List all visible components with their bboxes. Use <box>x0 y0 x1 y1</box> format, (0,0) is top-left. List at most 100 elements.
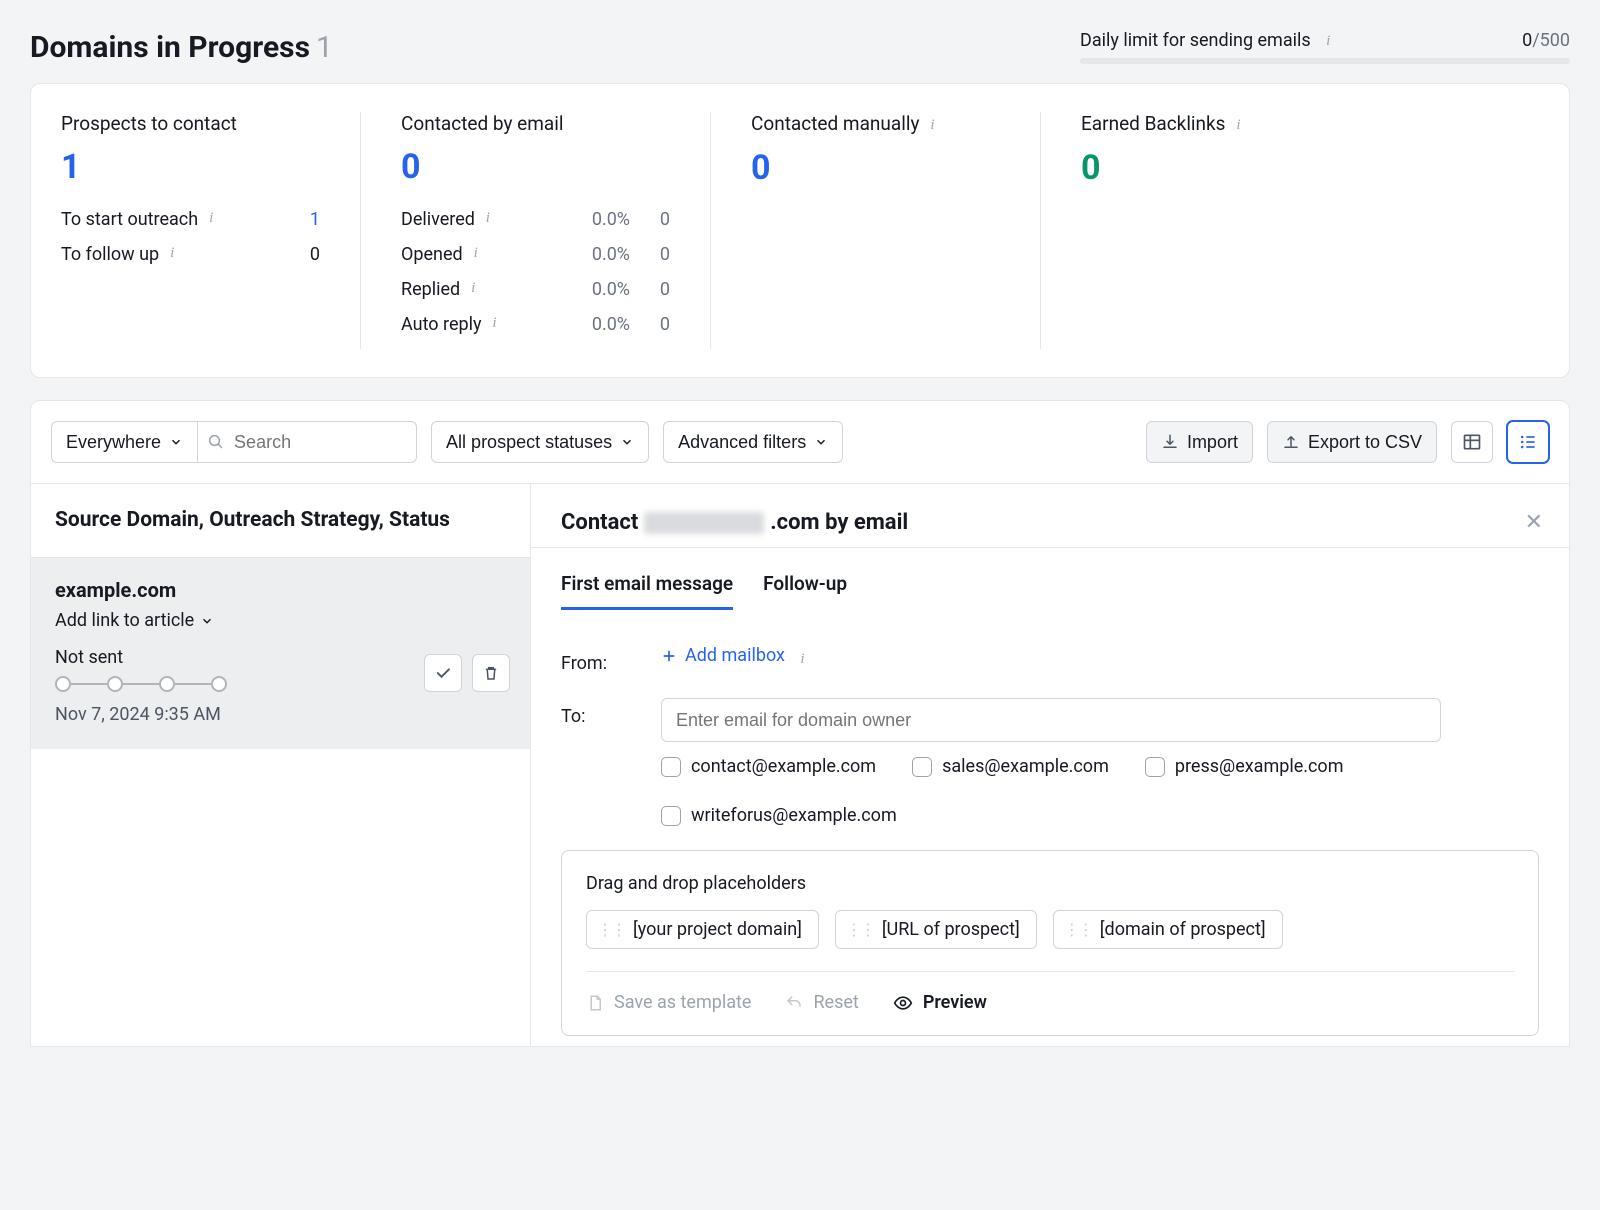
list-heading: Source Domain, Outreach Strategy, Status <box>31 484 530 557</box>
placeholder-chip[interactable]: ⋮⋮[your project domain] <box>586 910 819 949</box>
info-icon[interactable]: i <box>1230 117 1248 135</box>
info-icon[interactable]: i <box>479 210 497 228</box>
plus-icon <box>661 648 677 664</box>
info-icon[interactable]: i <box>467 245 485 263</box>
check-icon <box>434 664 452 682</box>
close-icon[interactable]: ✕ <box>1525 510 1543 535</box>
daily-limit-bar <box>1080 58 1570 64</box>
table-icon <box>1462 432 1482 452</box>
manual-value[interactable]: 0 <box>751 148 1000 188</box>
email-option[interactable]: contact@example.com <box>661 756 876 777</box>
email-option[interactable]: sales@example.com <box>912 756 1109 777</box>
replied-label: Replied <box>401 279 460 300</box>
to-start-label: To start outreach <box>61 209 198 230</box>
backlinks-value[interactable]: 0 <box>1081 148 1499 188</box>
mark-done-button[interactable] <box>424 654 462 692</box>
list-item-domain: example.com <box>55 578 506 602</box>
tab-first-email[interactable]: First email message <box>561 572 733 610</box>
chevron-down-icon <box>169 435 183 449</box>
status-filter-dropdown[interactable]: All prospect statuses <box>431 421 649 463</box>
download-icon <box>1161 433 1179 451</box>
list-item[interactable]: example.com Add link to article Not sent… <box>31 557 530 749</box>
advanced-filters-button[interactable]: Advanced filters <box>663 421 843 463</box>
chevron-down-icon <box>814 435 828 449</box>
info-icon[interactable]: i <box>486 315 504 333</box>
search-input[interactable] <box>197 421 417 463</box>
opened-label: Opened <box>401 244 463 265</box>
eye-icon <box>893 993 913 1013</box>
scope-dropdown[interactable]: Everywhere <box>51 421 197 463</box>
contact-title: Contact .com by email <box>561 510 1539 535</box>
prospects-label: Prospects to contact <box>61 112 320 135</box>
delivered-pct: 0.0% <box>560 209 630 230</box>
checkbox-icon <box>1145 757 1165 777</box>
chevron-down-icon <box>200 614 214 628</box>
file-icon <box>586 994 604 1012</box>
delivered-cnt: 0 <box>630 209 670 230</box>
to-follow-label: To follow up <box>61 244 159 265</box>
preview-button[interactable]: Preview <box>893 992 987 1013</box>
email-option[interactable]: press@example.com <box>1145 756 1344 777</box>
reset-button[interactable]: Reset <box>785 992 858 1013</box>
daily-limit-total: /500 <box>1532 30 1570 51</box>
stats-card: Prospects to contact 1 To start outreach… <box>30 83 1570 378</box>
undo-icon <box>785 994 803 1012</box>
to-label: To: <box>561 698 661 727</box>
page-title-count: 1 <box>316 30 333 65</box>
view-table-button[interactable] <box>1451 421 1493 463</box>
autoreply-label: Auto reply <box>401 314 482 335</box>
autoreply-cnt: 0 <box>630 314 670 335</box>
daily-limit-label: Daily limit for sending emails <box>1080 30 1311 51</box>
checkbox-icon <box>661 757 681 777</box>
from-label: From: <box>561 645 661 674</box>
add-link-dropdown[interactable]: Add link to article <box>55 610 506 631</box>
info-icon[interactable]: i <box>163 245 181 263</box>
delivered-label: Delivered <box>401 209 475 230</box>
opened-cnt: 0 <box>630 244 670 265</box>
info-icon[interactable]: i <box>923 117 941 135</box>
drag-icon: ⋮⋮ <box>846 920 874 939</box>
save-template-button[interactable]: Save as template <box>586 992 751 1013</box>
info-icon[interactable]: i <box>202 210 220 228</box>
placeholders-panel: Drag and drop placeholders ⋮⋮[your proje… <box>561 850 1539 1036</box>
placeholder-chip[interactable]: ⋮⋮[domain of prospect] <box>1053 910 1283 949</box>
list-icon <box>1518 432 1538 452</box>
placeholder-chip[interactable]: ⋮⋮[URL of prospect] <box>835 910 1037 949</box>
export-csv-button[interactable]: Export to CSV <box>1267 421 1437 463</box>
manual-label: Contacted manually <box>751 112 919 135</box>
prospects-value[interactable]: 1 <box>61 147 320 187</box>
add-mailbox-button[interactable]: Add mailbox <box>661 645 785 666</box>
checkbox-icon <box>912 757 932 777</box>
drag-icon: ⋮⋮ <box>1064 920 1092 939</box>
backlinks-label: Earned Backlinks <box>1081 112 1226 135</box>
replied-pct: 0.0% <box>560 279 630 300</box>
checkbox-icon <box>661 806 681 826</box>
list-item-timestamp: Nov 7, 2024 9:35 AM <box>55 704 506 725</box>
autoreply-pct: 0.0% <box>560 314 630 335</box>
opened-pct: 0.0% <box>560 244 630 265</box>
to-follow-value: 0 <box>280 244 320 265</box>
page-title: Domains in Progress1 <box>30 30 333 65</box>
daily-limit: Daily limit for sending emails i 0/500 <box>1080 30 1570 64</box>
delete-button[interactable] <box>472 654 510 692</box>
redacted-domain <box>644 512 764 534</box>
upload-icon <box>1282 433 1300 451</box>
placeholders-title: Drag and drop placeholders <box>586 873 1514 894</box>
info-icon[interactable]: i <box>793 650 811 668</box>
emailed-label: Contacted by email <box>401 112 670 135</box>
tab-follow-up[interactable]: Follow-up <box>763 572 847 610</box>
toolbar: Everywhere All prospect statuses Advance… <box>31 401 1569 483</box>
import-button[interactable]: Import <box>1146 421 1253 463</box>
to-input[interactable] <box>661 698 1441 742</box>
drag-icon: ⋮⋮ <box>597 920 625 939</box>
view-list-button[interactable] <box>1507 421 1549 463</box>
trash-icon <box>482 664 500 682</box>
chevron-down-icon <box>620 435 634 449</box>
info-icon[interactable]: i <box>464 280 482 298</box>
emailed-value[interactable]: 0 <box>401 147 670 187</box>
search-icon <box>207 433 225 451</box>
daily-limit-used: 0 <box>1522 30 1532 51</box>
info-icon[interactable]: i <box>1319 33 1337 51</box>
to-start-value[interactable]: 1 <box>300 209 320 230</box>
email-option[interactable]: writeforus@example.com <box>661 805 897 826</box>
